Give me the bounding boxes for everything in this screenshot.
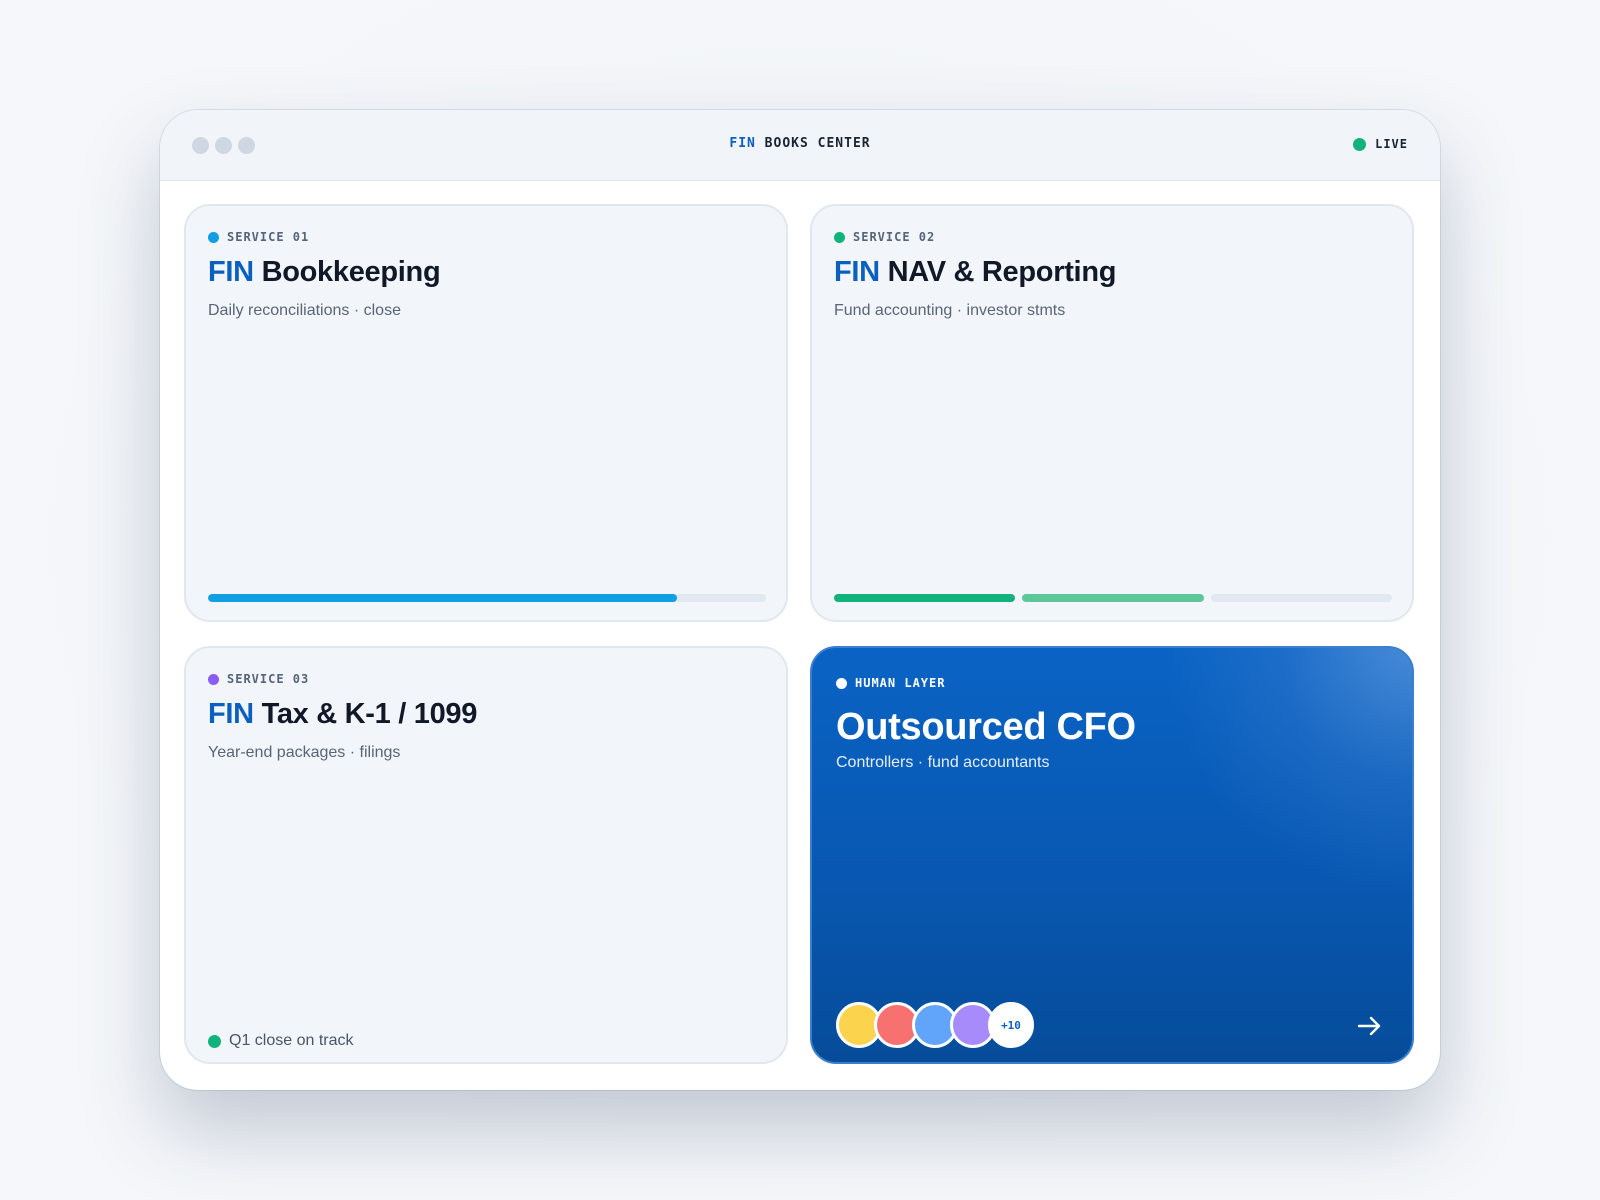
service-tag-label: SERVICE 01 — [227, 230, 310, 244]
human-layer-tag: HUMAN LAYER — [836, 676, 945, 690]
service-card-bookkeeping[interactable]: SERVICE 01 FIN Bookkeeping Daily reconci… — [184, 204, 788, 622]
card-title: FIN Tax & K-1 / 1099 — [208, 698, 477, 731]
progress-bar-fill — [208, 594, 677, 602]
tag-dot-icon — [836, 677, 847, 689]
live-label: LIVE — [1375, 137, 1408, 151]
team-avatars[interactable]: +10 — [836, 1002, 1034, 1048]
card-subtitle: Fund accounting · investor stmts — [834, 302, 1066, 319]
tag-dot-icon — [834, 231, 845, 243]
cfo-card-title: Outsourced CFO — [836, 706, 1136, 748]
service-tag-label: SERVICE 02 — [853, 230, 936, 244]
progress-bar — [208, 594, 766, 602]
card-title-text: Bookkeeping — [253, 256, 441, 288]
app-window: FIN BOOKS CENTER LIVE SERVICE 01 FIN Boo… — [160, 110, 1440, 1090]
open-cfo-button[interactable] — [1352, 1008, 1388, 1044]
service-tag: SERVICE 01 — [208, 230, 309, 244]
service-tag: SERVICE 03 — [208, 672, 309, 686]
service-card-nav-reporting[interactable]: SERVICE 02 FIN NAV & Reporting Fund acco… — [810, 204, 1414, 622]
card-subtitle: Daily reconciliations · close — [208, 302, 401, 319]
window-title: FIN BOOKS CENTER — [160, 136, 1440, 151]
step-segment-3 — [1210, 594, 1392, 602]
title-brand: FIN — [729, 136, 756, 151]
card-title-brand: FIN — [834, 256, 880, 288]
step-segment-1 — [834, 594, 1016, 602]
cfo-card-subtitle: Controllers · fund accountants — [836, 754, 1050, 771]
tag-dot-icon — [208, 231, 219, 243]
tag-dot-icon — [208, 673, 219, 685]
card-title: FIN NAV & Reporting — [834, 256, 1116, 289]
title-text: BOOKS CENTER — [755, 136, 871, 151]
card-title-text: Tax & K-1 / 1099 — [253, 698, 478, 730]
service-tag: SERVICE 02 — [834, 230, 935, 244]
card-title: FIN Bookkeeping — [208, 256, 441, 289]
card-title-brand: FIN — [208, 256, 254, 288]
live-indicator: LIVE — [1353, 137, 1408, 151]
arrow-right-icon — [1357, 1016, 1381, 1036]
more-avatars-badge: +10 — [988, 1002, 1034, 1048]
service-card-tax[interactable]: SERVICE 03 FIN Tax & K-1 / 1099 Year-end… — [184, 646, 788, 1064]
title-bar: FIN BOOKS CENTER LIVE — [160, 110, 1440, 181]
status-dot-icon — [208, 1034, 221, 1048]
live-status-dot — [1353, 137, 1367, 151]
card-title-text: NAV & Reporting — [879, 256, 1117, 288]
card-status: Q1 close on track — [208, 1032, 354, 1050]
card-title-brand: FIN — [208, 698, 254, 730]
cfo-card[interactable]: HUMAN LAYER Outsourced CFO Controllers ·… — [810, 646, 1414, 1064]
human-layer-tag-label: HUMAN LAYER — [855, 676, 946, 690]
service-tag-label: SERVICE 03 — [227, 672, 310, 686]
step-segment-2 — [1022, 594, 1204, 602]
step-progress — [834, 594, 1392, 602]
card-subtitle: Year-end packages · filings — [208, 744, 401, 761]
card-status-text: Q1 close on track — [229, 1032, 354, 1049]
